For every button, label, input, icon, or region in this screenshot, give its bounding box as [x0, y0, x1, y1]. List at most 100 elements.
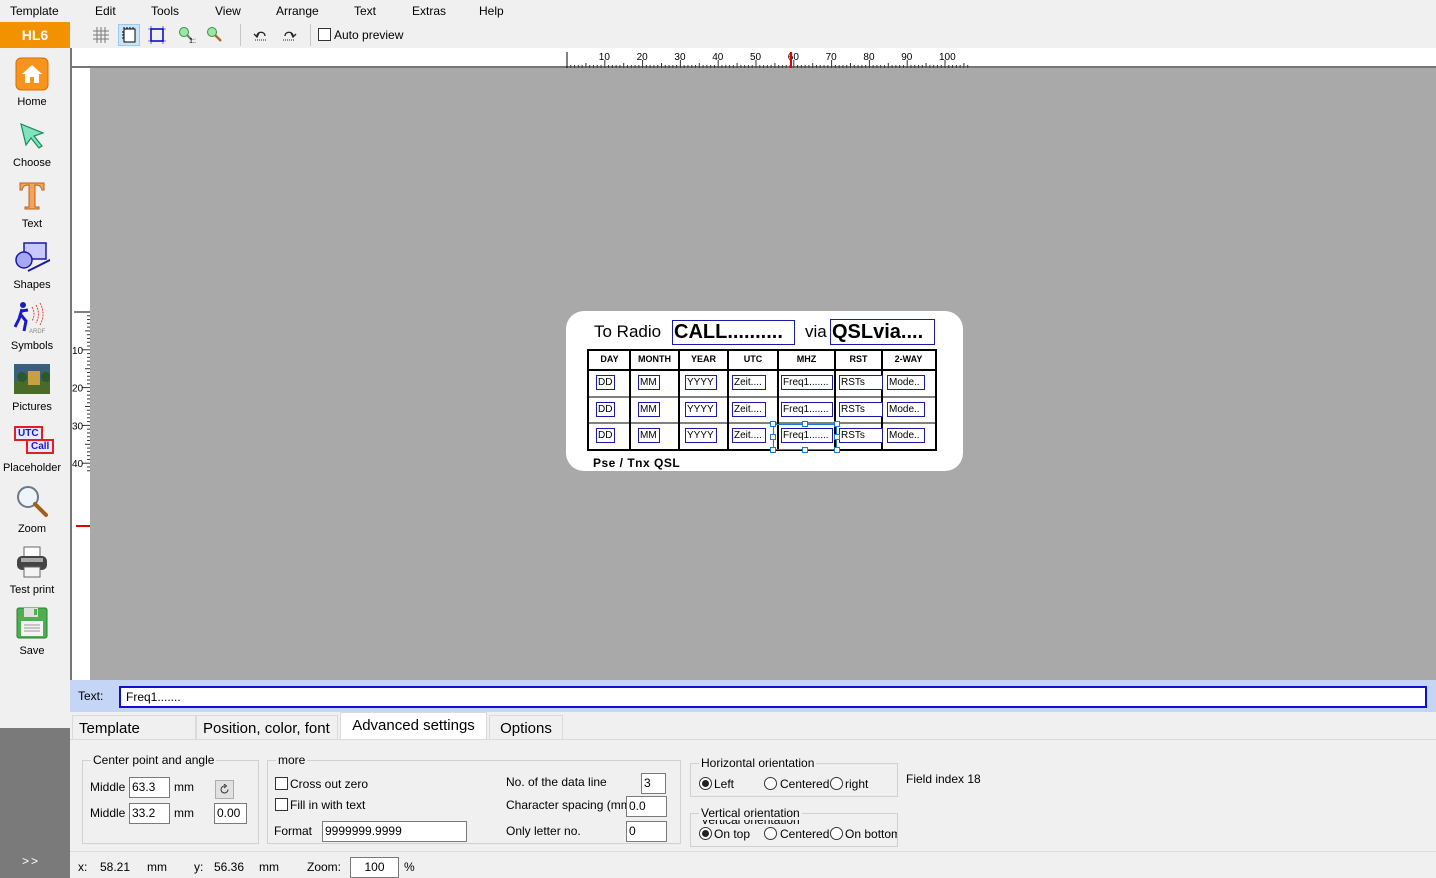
- v-top-radio[interactable]: [699, 827, 712, 840]
- table-field[interactable]: Freq1.......: [781, 402, 833, 417]
- format-label: Format: [274, 824, 313, 838]
- v-top-label: On top: [714, 827, 751, 841]
- ruler-label: 70: [826, 52, 838, 63]
- table-field[interactable]: YYYY: [685, 428, 717, 443]
- fill-in-text-checkbox[interactable]: [275, 798, 288, 811]
- menu-extras[interactable]: Extras: [412, 4, 446, 18]
- menu-tools[interactable]: Tools: [151, 4, 179, 18]
- char-spacing-label: Character spacing (mm: [506, 798, 627, 812]
- call-field[interactable]: CALL..........: [672, 320, 795, 345]
- sidebar-item-pictures[interactable]: Pictures: [0, 361, 64, 413]
- middle-y-input[interactable]: 33.2: [129, 803, 170, 824]
- table-field[interactable]: YYYY: [685, 375, 717, 390]
- resize-handle[interactable]: [802, 421, 808, 427]
- middle-x-label: Middle: [90, 780, 126, 794]
- cross-out-zero-checkbox[interactable]: [275, 777, 288, 790]
- table-field[interactable]: MM: [638, 375, 660, 390]
- table-field[interactable]: Zeit....: [732, 375, 766, 390]
- ruler-label: 10: [599, 52, 611, 63]
- expand-sidebar-button[interactable]: >>: [22, 854, 40, 868]
- sidebar-item-test-print[interactable]: Test print: [0, 544, 64, 596]
- tab-options[interactable]: Options: [489, 715, 563, 740]
- table-field[interactable]: Zeit....: [732, 428, 766, 443]
- qsl-card[interactable]: To Radio CALL.......... via QSLvia.... D…: [566, 311, 963, 471]
- sidebar-item-text[interactable]: Text: [0, 178, 64, 230]
- table-header-mhz: MHZ: [796, 354, 817, 364]
- frame-button[interactable]: [146, 24, 168, 46]
- resize-handle[interactable]: [834, 447, 840, 453]
- picture-icon: [14, 361, 50, 397]
- sidebar-item-shapes[interactable]: Shapes: [0, 239, 64, 291]
- rotate-button[interactable]: [215, 780, 234, 799]
- auto-preview-label: Auto preview: [334, 28, 404, 42]
- tab-position-color-font[interactable]: Position, color, font: [196, 715, 338, 740]
- zoom-unit: %: [404, 860, 415, 874]
- menu-view[interactable]: View: [215, 4, 241, 18]
- table-field[interactable]: DD: [596, 428, 615, 443]
- resize-handle[interactable]: [802, 447, 808, 453]
- table-field[interactable]: RSTs: [839, 428, 883, 443]
- redo-button[interactable]: [278, 24, 300, 46]
- h-right-radio[interactable]: [830, 777, 843, 790]
- table-field[interactable]: DD: [596, 375, 615, 390]
- sidebar-item-symbols[interactable]: ARDF Symbols: [0, 300, 64, 352]
- v-bottom-radio[interactable]: [830, 827, 843, 840]
- table-field[interactable]: MM: [638, 402, 660, 417]
- menu-template[interactable]: Template: [10, 4, 59, 18]
- menu-edit[interactable]: Edit: [95, 4, 116, 18]
- zoom-icon: [207, 27, 222, 42]
- qslvia-field[interactable]: QSLvia....: [830, 319, 935, 345]
- middle-y-label: Middle: [90, 806, 126, 820]
- table-field[interactable]: DD: [596, 402, 615, 417]
- table-field[interactable]: Mode..: [887, 402, 925, 417]
- resize-handle[interactable]: [834, 434, 840, 440]
- menu-help[interactable]: Help: [479, 4, 504, 18]
- ruler-label: 10: [72, 346, 84, 357]
- only-letter-label: Only letter no.: [506, 824, 581, 838]
- zoom-input[interactable]: 100: [350, 857, 399, 878]
- menu-arrange[interactable]: Arrange: [276, 4, 319, 18]
- table-field[interactable]: RSTs: [839, 402, 883, 417]
- text-input[interactable]: [119, 686, 1427, 708]
- grid-button[interactable]: [90, 24, 112, 46]
- sidebar-item-save[interactable]: Save: [0, 605, 64, 657]
- tab-advanced-settings[interactable]: Advanced settings: [340, 712, 487, 740]
- tab-template-settings[interactable]: Template settings: [72, 715, 196, 762]
- zoom-1to1-button[interactable]: 1:1: [176, 24, 198, 46]
- sidebar-item-choose[interactable]: Choose: [0, 117, 64, 169]
- resize-handle[interactable]: [770, 434, 776, 440]
- table-field[interactable]: Zeit....: [732, 402, 766, 417]
- menu-text[interactable]: Text: [354, 4, 376, 18]
- table-field[interactable]: Mode..: [887, 428, 925, 443]
- ruler-label: 50: [750, 52, 762, 63]
- table-field[interactable]: Freq1.......: [781, 375, 833, 390]
- zoom-button[interactable]: [204, 24, 226, 46]
- sidebar-item-zoom[interactable]: Zoom: [0, 483, 64, 535]
- angle-input[interactable]: 0.00: [214, 803, 247, 824]
- table-field[interactable]: MM: [638, 428, 660, 443]
- resize-handle[interactable]: [834, 421, 840, 427]
- auto-preview-checkbox[interactable]: [318, 28, 331, 41]
- format-input[interactable]: 9999999.9999: [322, 821, 467, 842]
- sidebar-item-placeholder[interactable]: UTC Call Placeholder: [0, 422, 64, 474]
- middle-x-input[interactable]: 63.3: [129, 777, 170, 798]
- h-left-radio[interactable]: [699, 777, 712, 790]
- margin-frame-button[interactable]: [118, 24, 140, 46]
- toolbar: 1:1 Auto preview: [70, 22, 1436, 48]
- resize-handle[interactable]: [770, 421, 776, 427]
- table-field[interactable]: RSTs: [839, 375, 883, 390]
- only-letter-input[interactable]: 0: [626, 821, 667, 842]
- data-line-input[interactable]: 3: [641, 773, 666, 794]
- undo-button[interactable]: [250, 24, 272, 46]
- v-centered-radio[interactable]: [764, 827, 777, 840]
- h-centered-radio[interactable]: [764, 777, 777, 790]
- resize-handle[interactable]: [770, 447, 776, 453]
- table-field[interactable]: Mode..: [887, 375, 925, 390]
- rotate-icon: [220, 784, 229, 794]
- table-header-rst: RST: [849, 354, 868, 364]
- sidebar-item-home[interactable]: Home: [0, 56, 64, 108]
- table-field[interactable]: YYYY: [685, 402, 717, 417]
- ruler-corner: [70, 48, 90, 68]
- char-spacing-input[interactable]: 0.0: [626, 796, 667, 817]
- ruler-top: 10 20 30 40 50 60 70 80 90 100: [90, 48, 1436, 68]
